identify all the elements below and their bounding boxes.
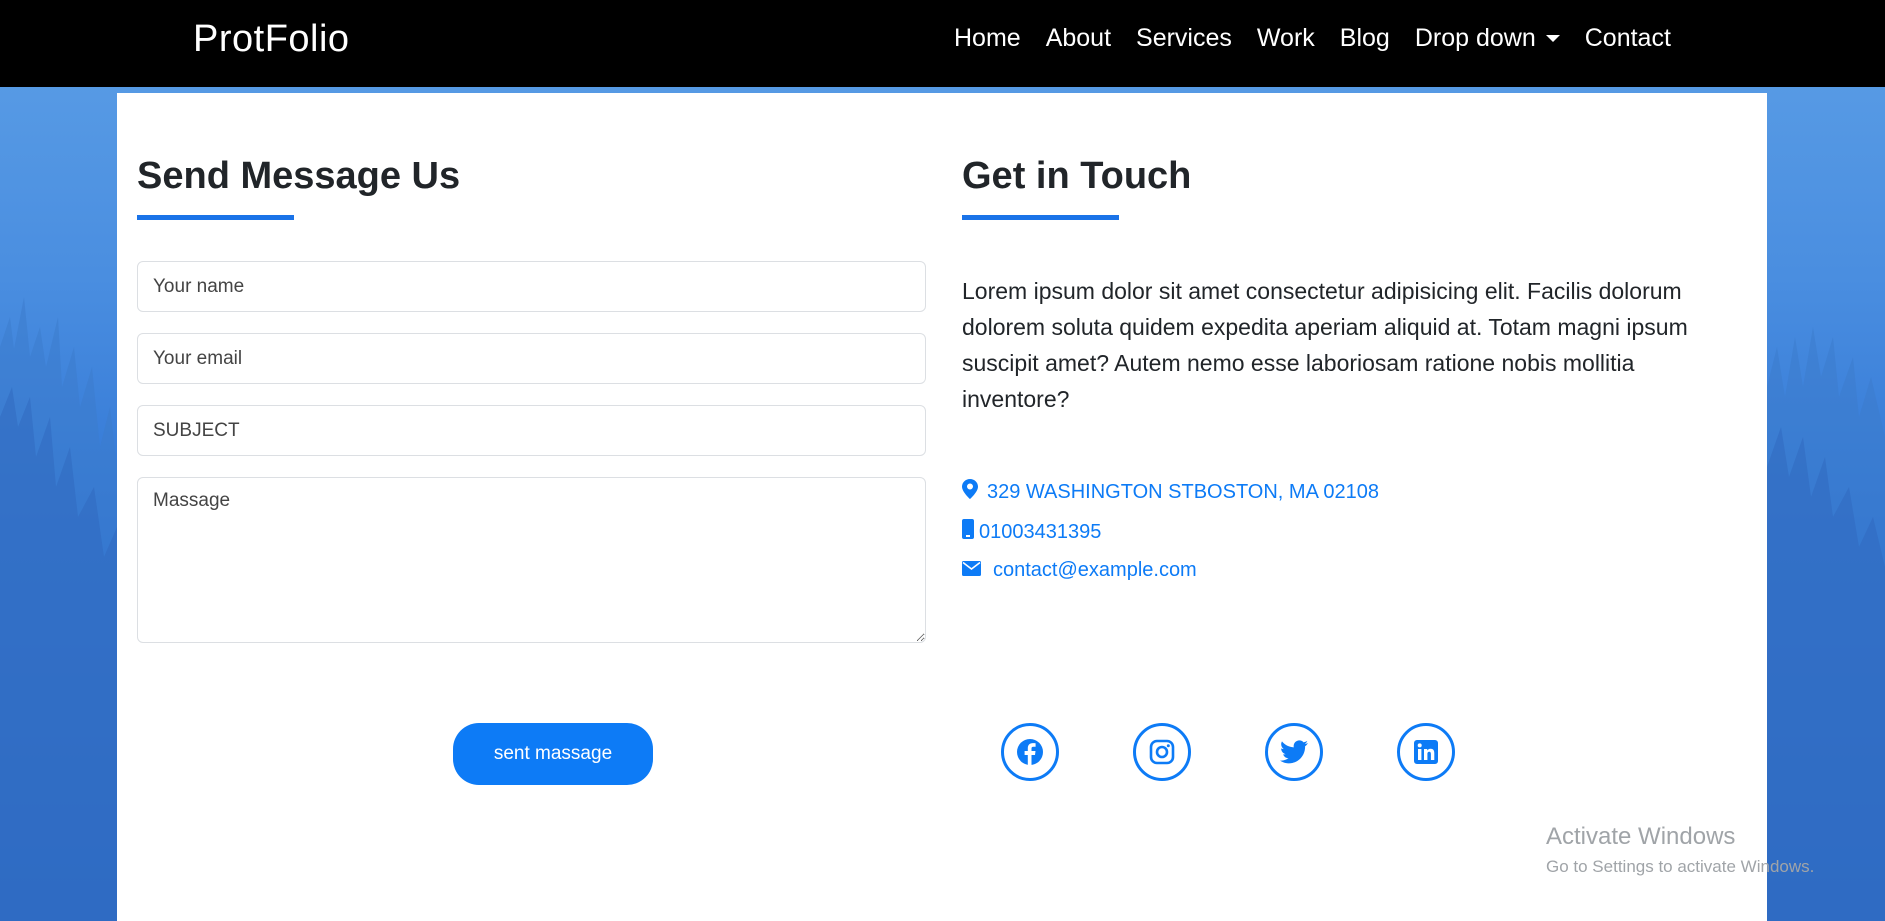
- caret-down-icon: [1545, 35, 1560, 42]
- nav-item-work[interactable]: Work: [1257, 24, 1315, 53]
- address-text[interactable]: 329 WASHINGTON STBOSTON, MA 02108: [987, 481, 1379, 504]
- contact-heading: Get in Touch: [962, 155, 1192, 197]
- instagram-icon: [1149, 739, 1175, 765]
- email-input[interactable]: [137, 333, 926, 384]
- contact-card: Send Message Us sent massage Get in Touc…: [117, 93, 1767, 921]
- nav-item-contact[interactable]: Contact: [1585, 24, 1671, 53]
- background-decoration-right: [1767, 87, 1885, 921]
- message-textarea[interactable]: [137, 477, 926, 643]
- contact-heading-underline: [962, 215, 1119, 220]
- map-pin-icon: [962, 479, 978, 505]
- facebook-button[interactable]: [1001, 723, 1059, 781]
- email-row: contact@example.com: [962, 559, 1197, 582]
- nav-item-dropdown-label: Drop down: [1414, 24, 1536, 52]
- brand-logo[interactable]: ProtFolio: [193, 18, 350, 61]
- envelope-icon: [962, 559, 981, 582]
- phone-text[interactable]: 01003431395: [979, 521, 1101, 544]
- nav-item-dropdown[interactable]: Drop down: [1415, 24, 1560, 53]
- contact-description: Lorem ipsum dolor sit amet consectetur a…: [962, 278, 1688, 412]
- send-message-button[interactable]: sent massage: [453, 723, 653, 785]
- linkedin-button[interactable]: [1397, 723, 1455, 781]
- nav-menu: Home About Services Work Blog Drop down …: [954, 24, 1696, 53]
- address-row: 329 WASHINGTON STBOSTON, MA 02108: [962, 479, 1379, 505]
- nav-item-blog[interactable]: Blog: [1340, 24, 1390, 53]
- name-input[interactable]: [137, 261, 926, 312]
- phone-icon: [962, 519, 974, 545]
- nav-item-about[interactable]: About: [1046, 24, 1111, 53]
- twitter-button[interactable]: [1265, 723, 1323, 781]
- subject-input[interactable]: [137, 405, 926, 456]
- form-heading-underline: [137, 215, 294, 220]
- linkedin-icon: [1414, 740, 1438, 764]
- background-decoration-left: [0, 87, 117, 921]
- phone-row: 01003431395: [962, 519, 1101, 545]
- navbar: ProtFolio Home About Services Work Blog …: [0, 0, 1885, 87]
- windows-activation-watermark: Activate Windows Go to Settings to activ…: [1546, 823, 1814, 877]
- nav-item-services[interactable]: Services: [1136, 24, 1232, 53]
- email-text[interactable]: contact@example.com: [993, 559, 1197, 582]
- twitter-icon: [1280, 740, 1308, 764]
- facebook-icon: [1017, 739, 1043, 765]
- watermark-title: Activate Windows: [1546, 823, 1736, 850]
- instagram-button[interactable]: [1133, 723, 1191, 781]
- form-heading: Send Message Us: [137, 155, 461, 197]
- watermark-subtitle: Go to Settings to activate Windows.: [1546, 857, 1815, 876]
- nav-item-home[interactable]: Home: [954, 24, 1021, 53]
